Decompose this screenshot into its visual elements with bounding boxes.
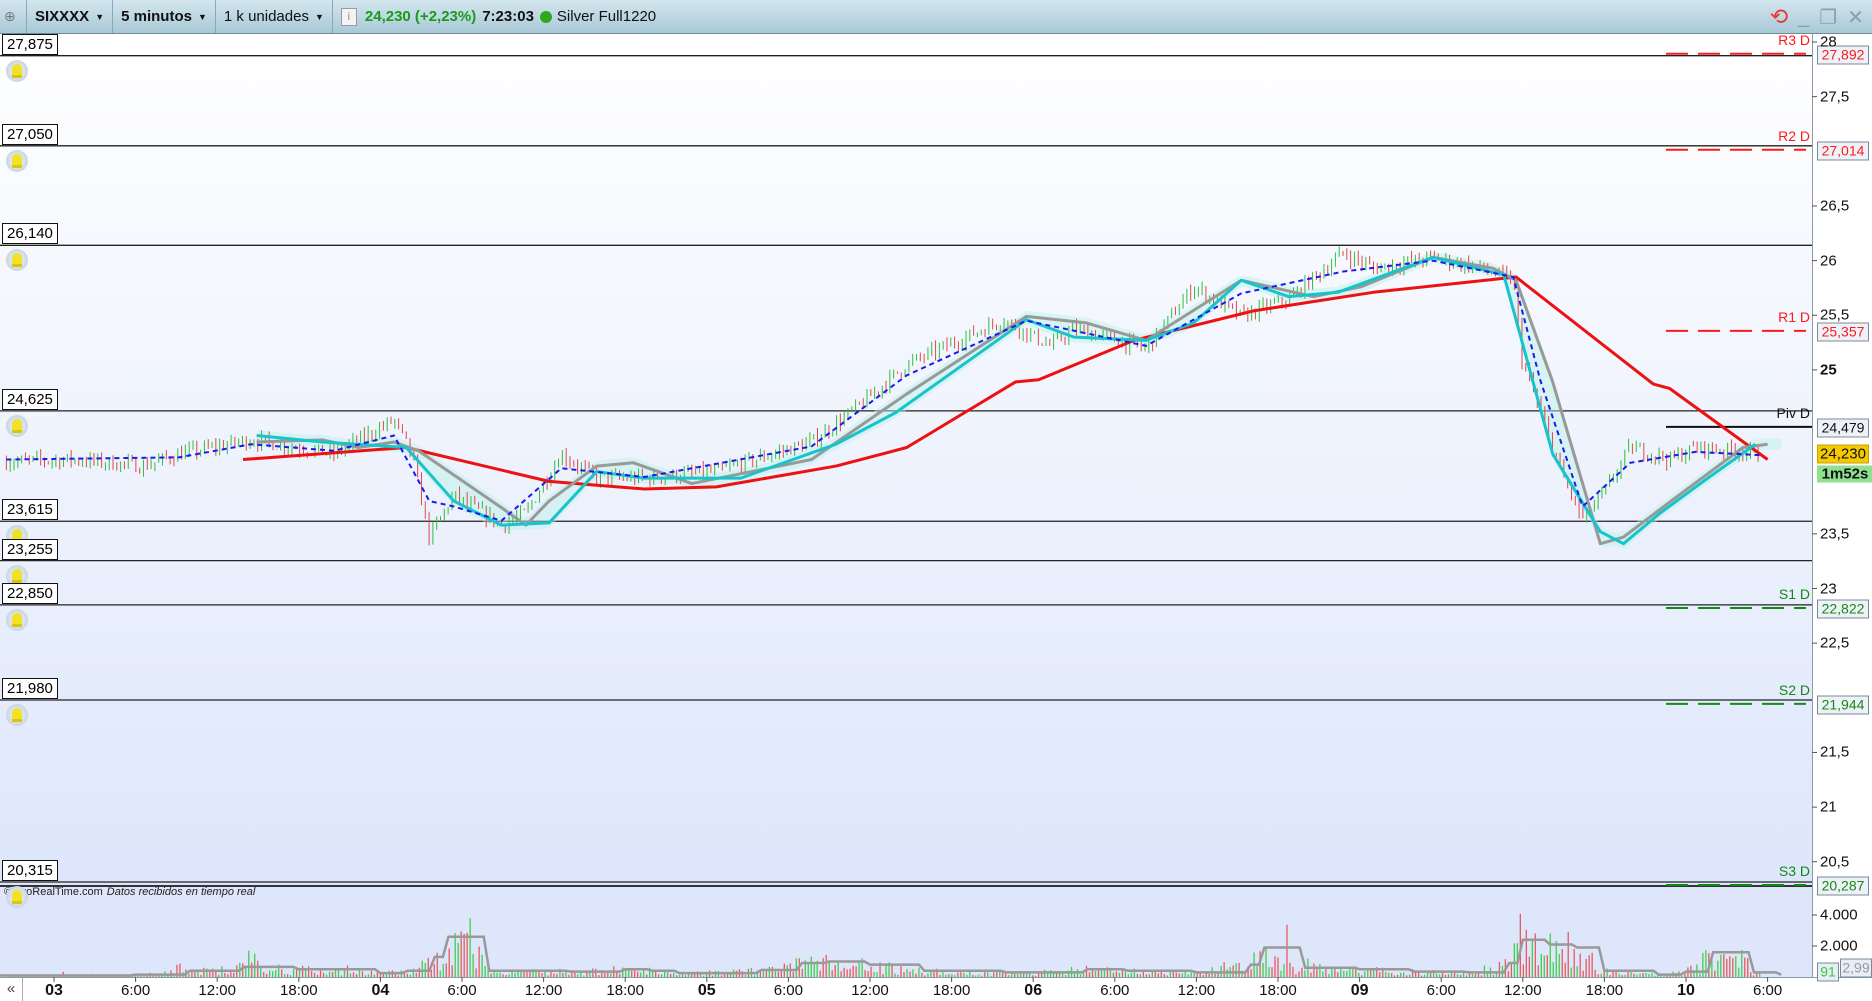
volume-tick-label: 2.000 [1820, 937, 1858, 955]
alert-level-label[interactable]: 20,315 [2, 859, 58, 881]
price-tick-label: 21 [1820, 798, 1837, 816]
countdown-box: 1m52s [1817, 465, 1872, 483]
pivot-label: S2 D [1778, 681, 1810, 698]
current-price-box: 24,230 [1817, 444, 1869, 464]
pivot-value-box: 27,014 [1817, 141, 1869, 161]
alert-level-label[interactable]: 27,050 [2, 123, 58, 145]
volume-tick-label: 4.000 [1820, 906, 1858, 924]
pivot-label: Piv D [1776, 404, 1810, 421]
price-tick-label: 26,5 [1820, 197, 1850, 215]
price-tick-label: 21,5 [1820, 743, 1850, 761]
price-tick-label: 27,5 [1820, 88, 1850, 106]
alert-level-label[interactable]: 21,980 [2, 677, 58, 699]
bell-icon[interactable] [6, 608, 28, 631]
chart-plot [0, 41, 1817, 982]
price-tick-label: 25,5 [1820, 306, 1850, 324]
alert-level-label[interactable]: 23,615 [2, 499, 58, 521]
pivot-value-box: 20,287 [1817, 876, 1869, 896]
volume-current-box: 91 [1817, 962, 1839, 982]
pivot-value-box: 25,357 [1817, 322, 1869, 342]
pivot-label: S3 D [1778, 863, 1810, 880]
pivot-value-box: 24,479 [1817, 418, 1869, 438]
moving-average-ma-blue-dashed [6, 259, 1761, 522]
price-tick-label: 26 [1820, 252, 1837, 270]
alert-level-label[interactable]: 27,875 [2, 33, 58, 55]
alert-level-label[interactable]: 22,850 [2, 582, 58, 604]
bell-icon[interactable] [6, 59, 28, 82]
price-tick-label: 23 [1820, 580, 1837, 597]
alert-level-label[interactable]: 24,625 [2, 388, 58, 410]
pivot-label: S1 D [1778, 585, 1810, 602]
price-tick-label: 23,5 [1820, 525, 1850, 543]
pivot-value-box: 22,822 [1817, 599, 1869, 619]
pivot-label: R2 D [1778, 127, 1810, 144]
bell-icon[interactable] [6, 414, 28, 437]
price-tick-label: 28 [1820, 33, 1837, 51]
pivot-label: R1 D [1778, 308, 1810, 325]
bell-icon[interactable] [6, 149, 28, 172]
price-tick-label: 25 [1820, 361, 1837, 379]
volume-avg-box: 2,99 [1840, 958, 1872, 978]
price-tick-label: 22,5 [1820, 634, 1850, 652]
cloud-band [258, 252, 1782, 549]
pivot-value-box: 21,944 [1817, 695, 1869, 715]
bell-icon[interactable] [6, 703, 28, 726]
price-tick-label: 20,5 [1820, 853, 1850, 871]
alert-level-label[interactable]: 26,140 [2, 223, 58, 245]
bell-icon[interactable] [6, 885, 28, 908]
alert-level-label[interactable]: 23,255 [2, 538, 58, 560]
pivot-label: R3 D [1778, 31, 1810, 48]
